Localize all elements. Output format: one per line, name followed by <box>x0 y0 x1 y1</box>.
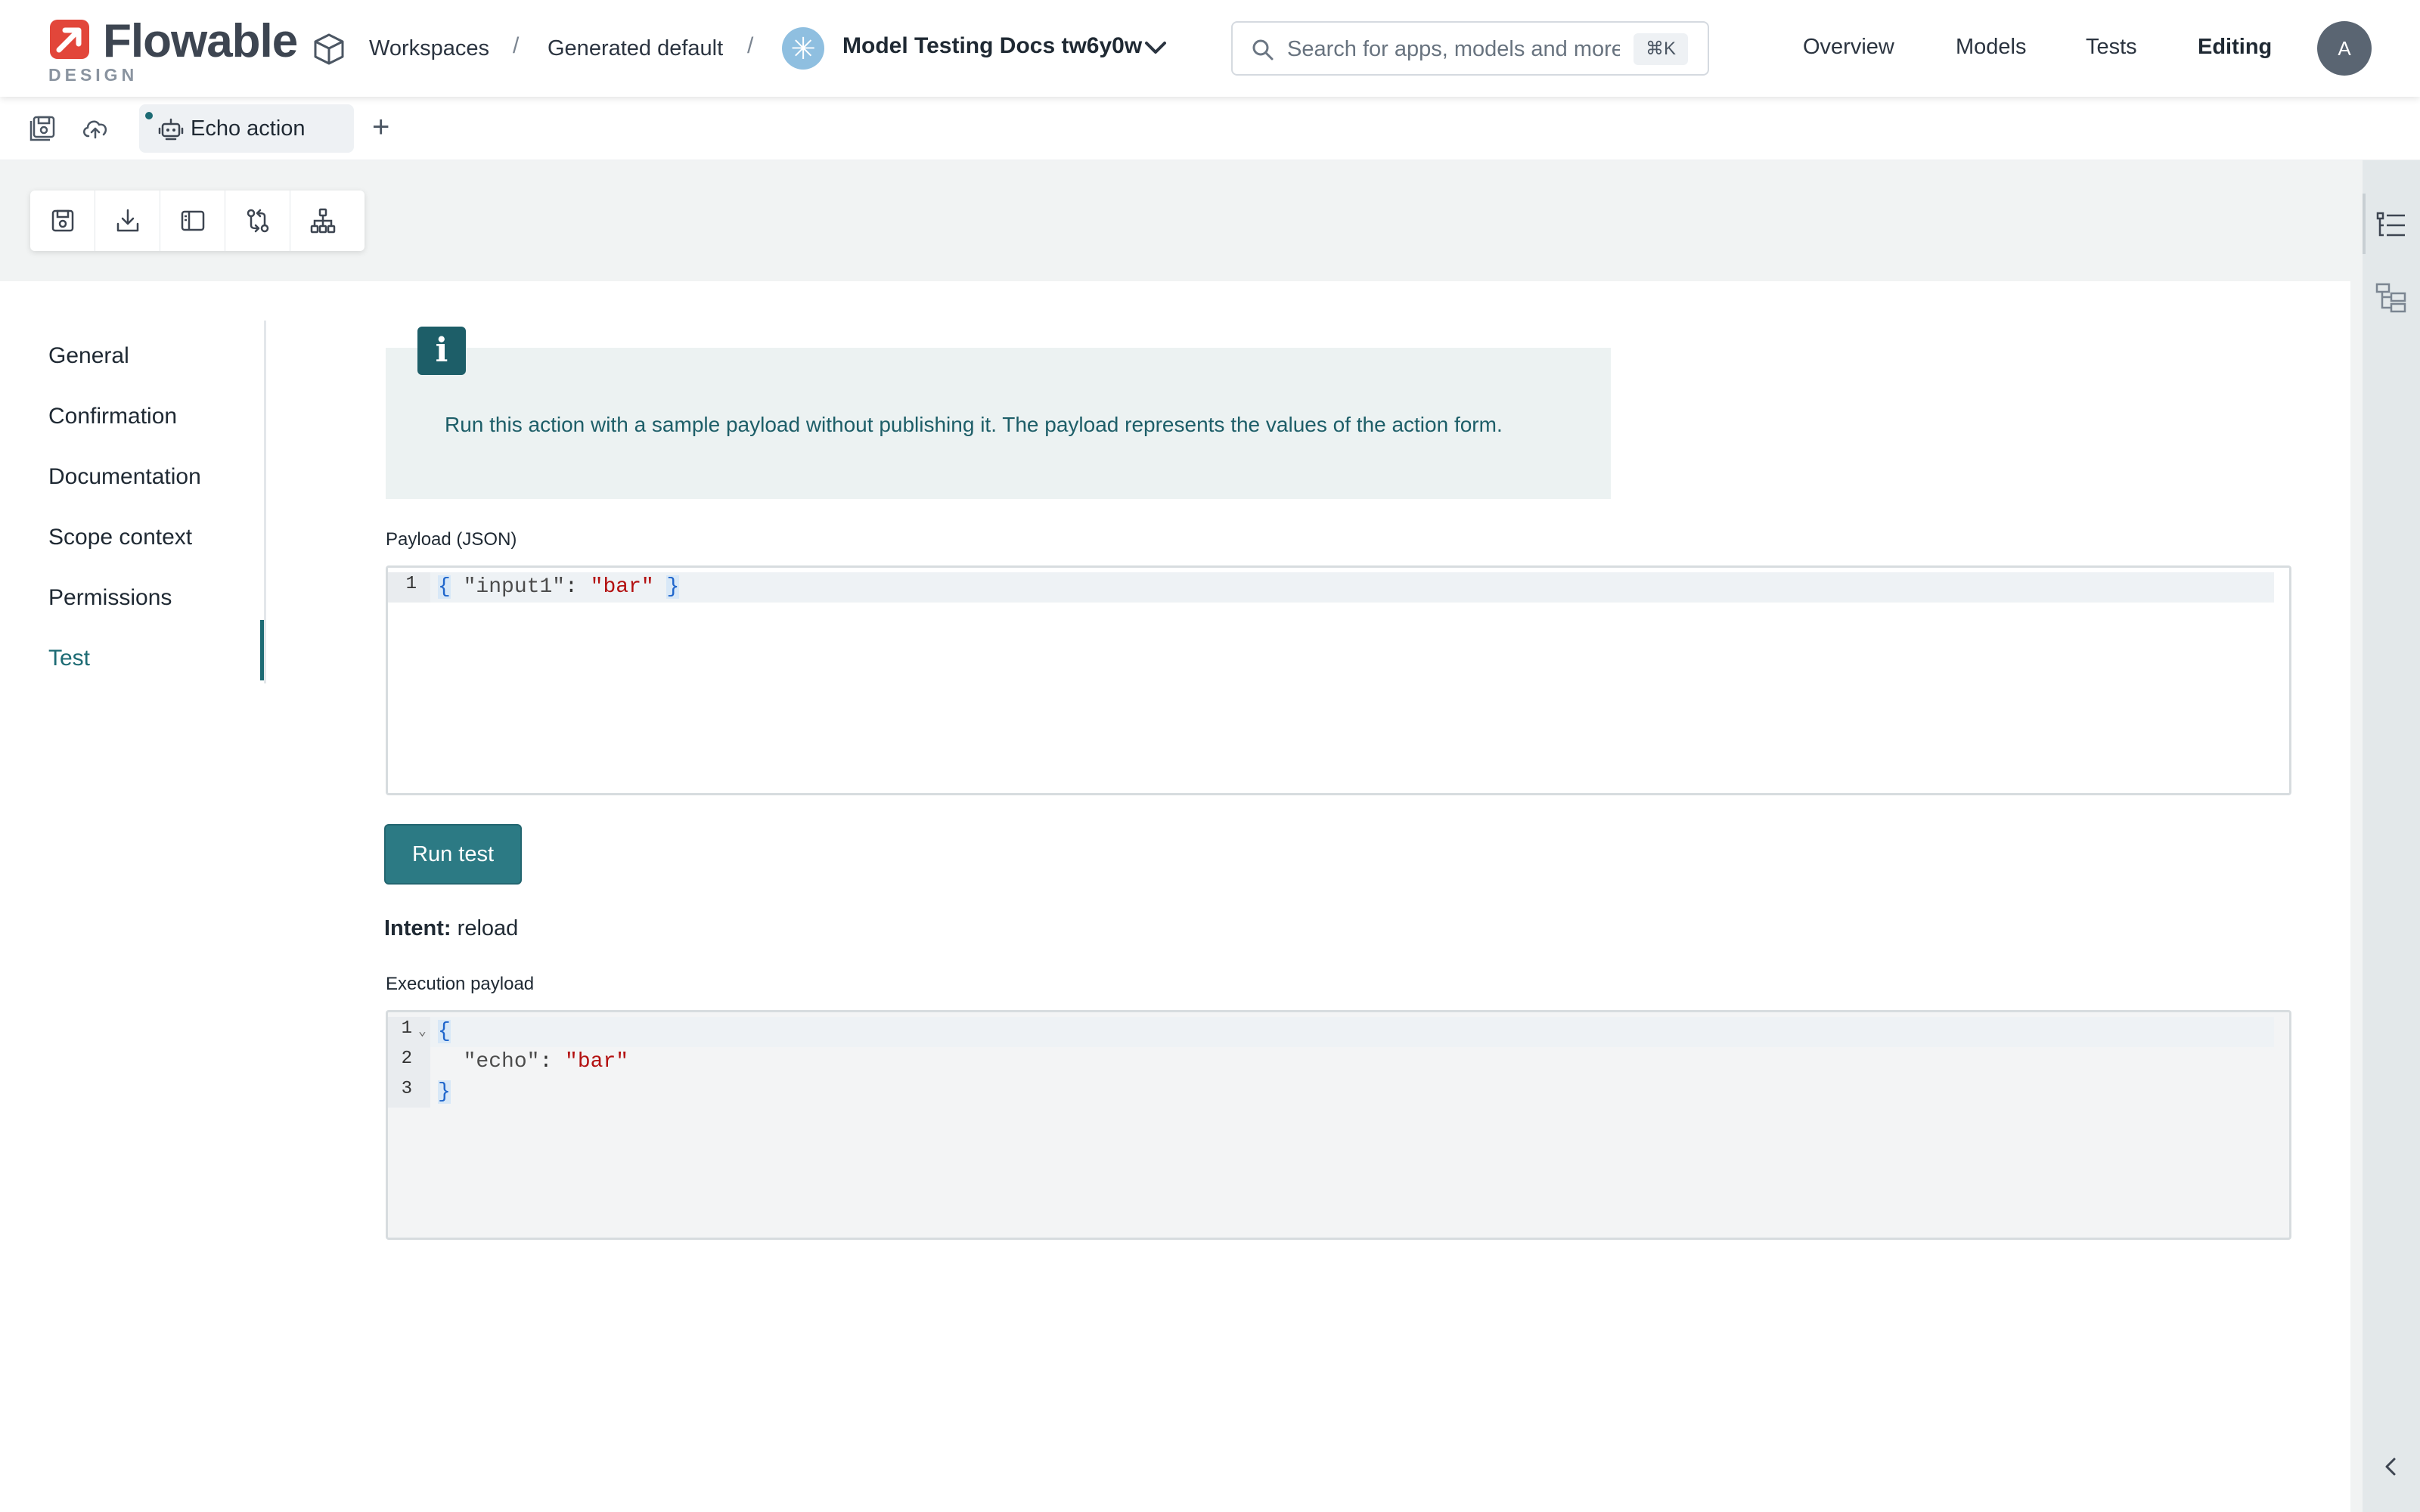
payload-label: Payload (JSON) <box>386 529 517 550</box>
logo-subtitle: DESIGN <box>48 65 138 85</box>
code-line: { <box>438 1020 451 1043</box>
right-rail <box>2363 160 2420 1512</box>
hierarchy-icon <box>310 208 336 234</box>
line-number: 1 <box>388 572 430 603</box>
outline-list-icon[interactable] <box>2375 209 2408 242</box>
menu-item-test[interactable]: Test <box>48 646 90 671</box>
breadcrumb-separator: / <box>747 33 754 58</box>
app-icon: ✳ <box>782 27 824 70</box>
execution-payload-editor[interactable]: 1 ⌄ { 2 "echo": "bar" 3 } <box>386 1010 2291 1240</box>
flowable-logo-icon <box>50 20 89 59</box>
save-icon <box>51 209 74 232</box>
save-all-icon[interactable] <box>27 113 57 144</box>
compare-icon <box>247 209 269 233</box>
payload-editor[interactable]: 1 { "input1": "bar" } <box>386 565 2291 795</box>
breadcrumb-workspaces[interactable]: Workspaces <box>369 35 489 62</box>
intent-result: Intent: reload <box>384 916 518 941</box>
tab-echo-action[interactable]: Echo action <box>139 104 354 153</box>
rail-active-indicator <box>2363 194 2366 254</box>
toggle-panel-button[interactable] <box>160 191 225 251</box>
robot-icon <box>158 118 184 141</box>
hierarchy-button[interactable] <box>290 191 355 251</box>
cube-icon[interactable] <box>312 32 346 67</box>
menu-item-permissions[interactable]: Permissions <box>48 585 172 611</box>
info-icon: i <box>417 327 466 375</box>
plus-icon[interactable]: + <box>372 109 389 145</box>
fold-chevron-icon[interactable]: ⌄ <box>418 1023 427 1040</box>
editor-area: General Confirmation Documentation Scope… <box>0 160 2363 1512</box>
search-shortcut: ⌘K <box>1634 33 1689 65</box>
chevron-down-icon[interactable] <box>1142 36 1169 59</box>
logo-wordmark: Flowable <box>103 15 298 67</box>
download-icon <box>116 209 139 232</box>
search-icon <box>1252 39 1274 60</box>
line-number: 3 <box>388 1077 430 1108</box>
unsaved-indicator <box>145 112 153 119</box>
panel-icon <box>181 210 205 231</box>
tree-structure-icon[interactable] <box>2375 281 2408 314</box>
save-button[interactable] <box>30 191 95 251</box>
global-search[interactable]: ⌘K <box>1231 21 1709 76</box>
menu-item-general[interactable]: General <box>48 343 129 369</box>
menu-item-confirmation[interactable]: Confirmation <box>48 404 177 429</box>
top-header: Flowable DESIGN Workspaces / Generated d… <box>0 0 2420 97</box>
code-line: } <box>438 1080 451 1104</box>
search-input[interactable] <box>1287 33 1620 65</box>
app-name[interactable]: Model Testing Docs tw6y0w <box>842 33 1142 59</box>
model-toolbar <box>30 191 365 251</box>
info-text: Run this action with a sample payload wi… <box>445 413 1503 436</box>
chevron-left-icon[interactable] <box>2379 1455 2403 1479</box>
code-line: { "input1": "bar" } <box>438 575 680 599</box>
nav-models[interactable]: Models <box>1956 35 2027 60</box>
download-button[interactable] <box>95 191 160 251</box>
cloud-upload-icon[interactable] <box>80 113 110 144</box>
info-banner: i Run this action with a sample payload … <box>386 327 1611 499</box>
nav-overview[interactable]: Overview <box>1803 35 1894 60</box>
run-test-button[interactable]: Run test <box>384 824 522 885</box>
code-line: "echo": "bar" <box>463 1050 629 1074</box>
current-line-highlight <box>391 1017 2274 1047</box>
nav-editing[interactable]: Editing <box>2198 35 2272 60</box>
avatar[interactable]: A <box>2317 21 2372 76</box>
menu-item-scope-context[interactable]: Scope context <box>48 525 192 550</box>
tab-bar: Echo action + <box>0 97 2420 160</box>
execution-payload-label: Execution payload <box>386 974 535 994</box>
breadcrumb-separator: / <box>513 33 520 58</box>
line-number: 2 <box>388 1047 430 1077</box>
menu-item-documentation[interactable]: Documentation <box>48 464 201 490</box>
compare-button[interactable] <box>225 191 290 251</box>
nav-tests[interactable]: Tests <box>2086 35 2137 60</box>
flowable-logo[interactable]: Flowable DESIGN <box>48 15 298 88</box>
section-menu: General Confirmation Documentation Scope… <box>0 321 266 683</box>
breadcrumb-generated-default[interactable]: Generated default <box>548 35 723 62</box>
tab-label: Echo action <box>191 116 306 141</box>
action-editor-panel: General Confirmation Documentation Scope… <box>0 281 2350 1512</box>
intent-value: reload <box>457 916 519 940</box>
active-menu-indicator <box>260 620 264 680</box>
intent-label: Intent: <box>384 916 451 940</box>
